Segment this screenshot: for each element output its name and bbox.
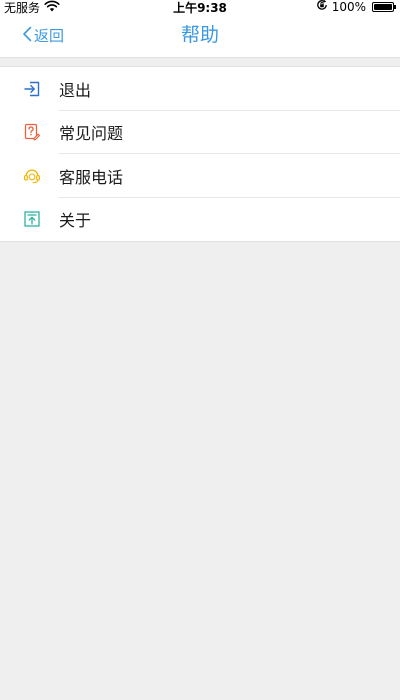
menu-item-customer-service-phone[interactable]: 客服电话 bbox=[0, 154, 400, 198]
battery-percent: 100% bbox=[331, 0, 366, 14]
headset-icon bbox=[23, 167, 41, 185]
chevron-left-icon bbox=[22, 26, 34, 46]
menu-item-label: 退出 bbox=[59, 80, 92, 100]
help-menu-list: 退出 常见问题 客服电话 关于 bbox=[0, 66, 400, 242]
menu-item-logout[interactable]: 退出 bbox=[0, 67, 400, 111]
logout-icon bbox=[23, 80, 41, 98]
faq-icon bbox=[23, 123, 41, 141]
battery-icon bbox=[372, 1, 396, 12]
menu-item-label: 关于 bbox=[59, 211, 92, 231]
about-icon bbox=[23, 210, 41, 228]
back-button[interactable]: 返回 bbox=[22, 14, 64, 57]
menu-item-faq[interactable]: 常见问题 bbox=[0, 111, 400, 154]
back-label: 返回 bbox=[34, 27, 65, 45]
orientation-lock-icon bbox=[316, 0, 328, 14]
menu-item-label: 常见问题 bbox=[59, 124, 124, 144]
status-right: 100% bbox=[316, 0, 396, 14]
navigation-bar: 返回 帮助 bbox=[0, 14, 400, 58]
menu-item-label: 客服电话 bbox=[59, 167, 124, 187]
help-screen: 无服务 上午9:38 100% 返回 帮助 退出 常见问题 客服电话 关于 bbox=[0, 0, 400, 700]
menu-item-about[interactable]: 关于 bbox=[0, 198, 400, 242]
status-bar: 无服务 上午9:38 100% bbox=[0, 0, 400, 15]
